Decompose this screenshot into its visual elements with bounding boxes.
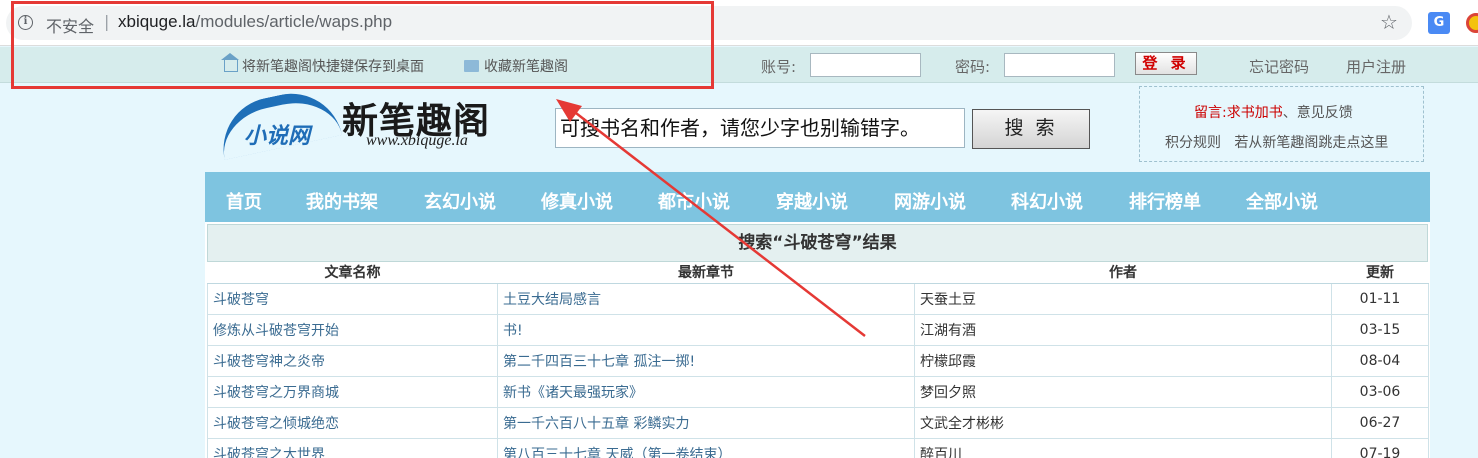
book-title-link[interactable]: 修炼从斗破苍穹开始 bbox=[207, 313, 498, 346]
latest-chapter-link[interactable]: 第一千六百八十五章 彩鳞实力 bbox=[497, 406, 915, 439]
forgot-password-link[interactable]: 忘记密码 bbox=[1249, 56, 1309, 77]
book-title-link[interactable]: 斗破苍穹之大世界 bbox=[207, 437, 498, 458]
results-table: 文章名称 最新章节 作者 更新 斗破苍穹 土豆大结局感言 天蚕土豆 01-11 … bbox=[207, 262, 1429, 458]
latest-chapter-link[interactable]: 书! bbox=[497, 313, 915, 346]
header-author: 作者 bbox=[914, 262, 1332, 284]
logo-small-text: 小说网 bbox=[244, 124, 311, 149]
nav-item-kehuan[interactable]: 科幻小说 bbox=[1011, 188, 1083, 214]
latest-chapter-link[interactable]: 第二千四百三十七章 孤注一掷! bbox=[497, 344, 915, 377]
notice-separator: 、 bbox=[1282, 105, 1297, 121]
points-rules-link[interactable]: 积分规则 bbox=[1165, 135, 1221, 151]
feedback-link[interactable]: 意见反馈 bbox=[1297, 105, 1353, 121]
logo-url-text: www.xbiquge.la bbox=[366, 132, 468, 149]
book-title-link[interactable]: 斗破苍穹之万界商城 bbox=[207, 375, 498, 408]
table-row: 斗破苍穹之大世界 第八百三十七章 天威（第一卷结束） 醉百川 07-19 bbox=[207, 437, 1429, 458]
table-row: 斗破苍穹之倾城绝恋 第一千六百八十五章 彩鳞实力 文武全才彬彬 06-27 bbox=[207, 406, 1429, 439]
author-cell: 文武全才彬彬 bbox=[914, 406, 1332, 439]
main-content: 首页 我的书架 玄幻小说 修真小说 都市小说 穿越小说 网游小说 科幻小说 排行… bbox=[205, 172, 1430, 458]
annotation-highlight-box bbox=[11, 1, 714, 89]
password-label: 密码: bbox=[955, 58, 991, 76]
bookmark-star-icon[interactable]: ☆ bbox=[1380, 10, 1398, 34]
notice-box: 留言:求书加书、意见反馈 积分规则 若从新笔趣阁跳走点这里 bbox=[1139, 86, 1424, 162]
updated-cell: 06-27 bbox=[1331, 406, 1429, 439]
nav-item-wangyou[interactable]: 网游小说 bbox=[894, 188, 966, 214]
updated-cell: 03-15 bbox=[1331, 313, 1429, 346]
nav-item-ranking[interactable]: 排行榜单 bbox=[1129, 188, 1201, 214]
notice-prefix: 留言: bbox=[1194, 105, 1227, 121]
updated-cell: 07-19 bbox=[1331, 437, 1429, 458]
site-logo[interactable]: 小说网 新笔趣阁 www.xbiquge.la bbox=[213, 84, 504, 160]
book-title-link[interactable]: 斗破苍穹之倾城绝恋 bbox=[207, 406, 498, 439]
nav-item-chuanyue[interactable]: 穿越小说 bbox=[776, 188, 848, 214]
notice-line-2: 积分规则 若从新笔趣阁跳走点这里 bbox=[1165, 132, 1388, 152]
book-title-link[interactable]: 斗破苍穹神之炎帝 bbox=[207, 344, 498, 377]
table-row: 斗破苍穹之万界商城 新书《诸天最强玩家》 梦回夕照 03-06 bbox=[207, 375, 1429, 408]
table-header-row: 文章名称 最新章节 作者 更新 bbox=[207, 262, 1429, 284]
main-nav: 首页 我的书架 玄幻小说 修真小说 都市小说 穿越小说 网游小说 科幻小说 排行… bbox=[205, 172, 1430, 222]
request-book-link[interactable]: 求书加书 bbox=[1227, 105, 1283, 121]
register-link[interactable]: 用户注册 bbox=[1346, 56, 1406, 77]
updated-cell: 03-06 bbox=[1331, 375, 1429, 408]
nav-item-xuanhuan[interactable]: 玄幻小说 bbox=[424, 188, 496, 214]
header-latest-chapter: 最新章节 bbox=[497, 262, 915, 284]
extension-icon[interactable] bbox=[1466, 13, 1478, 33]
search-input[interactable]: 可搜书名和作者，请您少字也别输错字。 bbox=[555, 108, 965, 148]
redirect-help-link[interactable]: 若从新笔趣阁跳走点这里 bbox=[1234, 135, 1388, 151]
nav-item-xiuzhen[interactable]: 修真小说 bbox=[541, 188, 613, 214]
account-label: 账号: bbox=[761, 58, 797, 76]
table-row: 修炼从斗破苍穹开始 书! 江湖有酒 03-15 bbox=[207, 313, 1429, 346]
latest-chapter-link[interactable]: 土豆大结局感言 bbox=[497, 282, 915, 315]
latest-chapter-link[interactable]: 第八百三十七章 天威（第一卷结束） bbox=[497, 437, 915, 458]
author-cell: 醉百川 bbox=[914, 437, 1332, 458]
nav-item-home[interactable]: 首页 bbox=[226, 188, 262, 214]
account-input[interactable] bbox=[810, 53, 921, 77]
book-title-link[interactable]: 斗破苍穹 bbox=[207, 282, 498, 315]
password-input[interactable] bbox=[1004, 53, 1115, 77]
updated-cell: 01-11 bbox=[1331, 282, 1429, 315]
login-button[interactable]: 登 录 bbox=[1135, 52, 1197, 75]
updated-cell: 08-04 bbox=[1331, 344, 1429, 377]
header-updated: 更新 bbox=[1331, 262, 1429, 284]
table-row: 斗破苍穹 土豆大结局感言 天蚕土豆 01-11 bbox=[207, 282, 1429, 315]
translate-extension-icon[interactable]: G bbox=[1428, 12, 1450, 34]
header-title: 文章名称 bbox=[207, 262, 498, 284]
nav-item-all[interactable]: 全部小说 bbox=[1246, 188, 1318, 214]
nav-item-dushi[interactable]: 都市小说 bbox=[658, 188, 730, 214]
author-cell: 柠檬邱霞 bbox=[914, 344, 1332, 377]
latest-chapter-link[interactable]: 新书《诸天最强玩家》 bbox=[497, 375, 915, 408]
table-row: 斗破苍穹神之炎帝 第二千四百三十七章 孤注一掷! 柠檬邱霞 08-04 bbox=[207, 344, 1429, 377]
result-title: 搜索“斗破苍穹”结果 bbox=[207, 224, 1428, 262]
nav-item-bookshelf[interactable]: 我的书架 bbox=[306, 188, 378, 214]
author-cell: 天蚕土豆 bbox=[914, 282, 1332, 315]
search-button[interactable]: 搜 索 bbox=[972, 109, 1090, 149]
author-cell: 江湖有酒 bbox=[914, 313, 1332, 346]
notice-line-1: 留言:求书加书、意见反馈 bbox=[1194, 102, 1353, 122]
author-cell: 梦回夕照 bbox=[914, 375, 1332, 408]
